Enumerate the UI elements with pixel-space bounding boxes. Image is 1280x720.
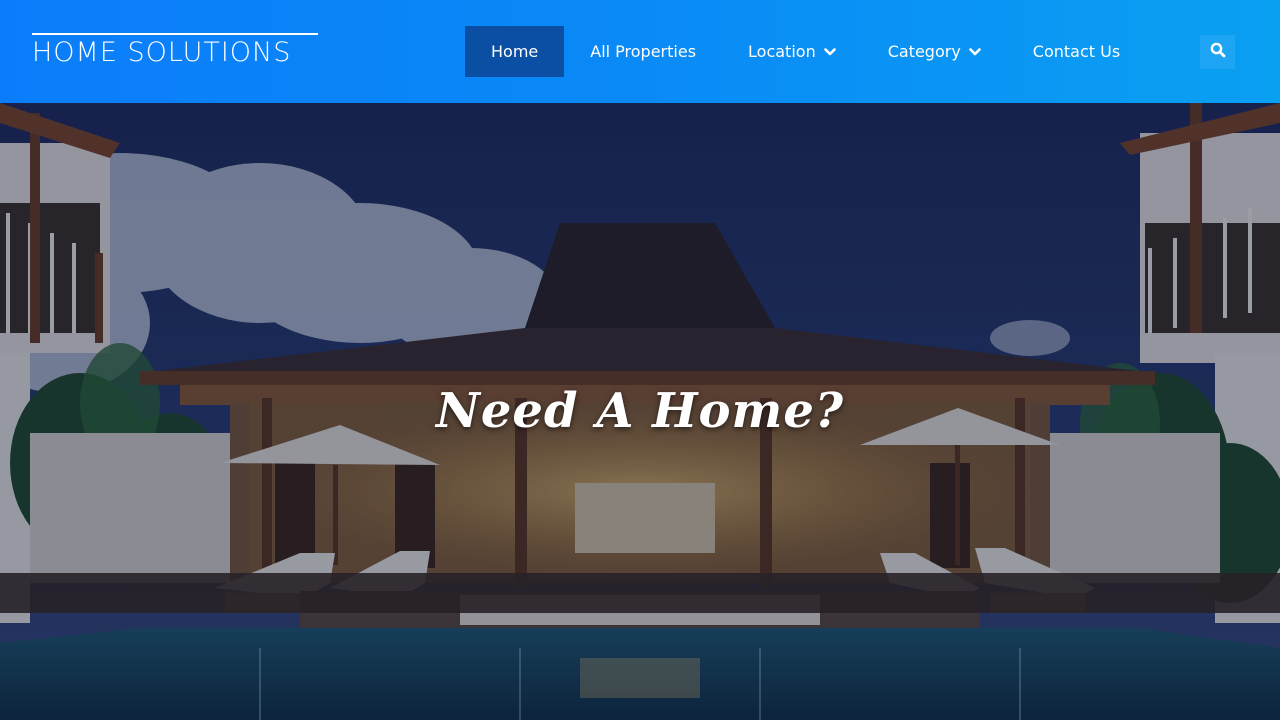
nav-item-location[interactable]: Location bbox=[722, 26, 862, 77]
brand-logo[interactable]: HOME SOLUTIONS bbox=[32, 33, 318, 68]
search-icon bbox=[1210, 42, 1226, 63]
nav-item-contact-us[interactable]: Contact Us bbox=[1007, 26, 1146, 77]
nav-item-home[interactable]: Home bbox=[465, 26, 565, 77]
nav-item-label: All Properties bbox=[590, 42, 697, 61]
nav-item-label: Contact Us bbox=[1032, 42, 1121, 61]
nav-item-all-properties[interactable]: All Properties bbox=[564, 26, 722, 77]
site-header: HOME SOLUTIONS Home All Properties Locat… bbox=[0, 0, 1280, 103]
hero-banner: Need A Home? bbox=[0, 103, 1280, 720]
page: HOME SOLUTIONS Home All Properties Locat… bbox=[0, 0, 1280, 720]
nav-item-category[interactable]: Category bbox=[862, 26, 1007, 77]
nav-item-label: Home bbox=[491, 42, 539, 61]
nav-item-label: Category bbox=[887, 42, 961, 61]
chevron-down-icon bbox=[823, 47, 836, 57]
chevron-down-icon bbox=[968, 47, 981, 57]
search-button[interactable] bbox=[1200, 35, 1235, 69]
hero-title: Need A Home? bbox=[436, 383, 844, 439]
nav-item-label: Location bbox=[748, 42, 816, 61]
main-nav: Home All Properties Location Category Co… bbox=[465, 26, 1146, 77]
